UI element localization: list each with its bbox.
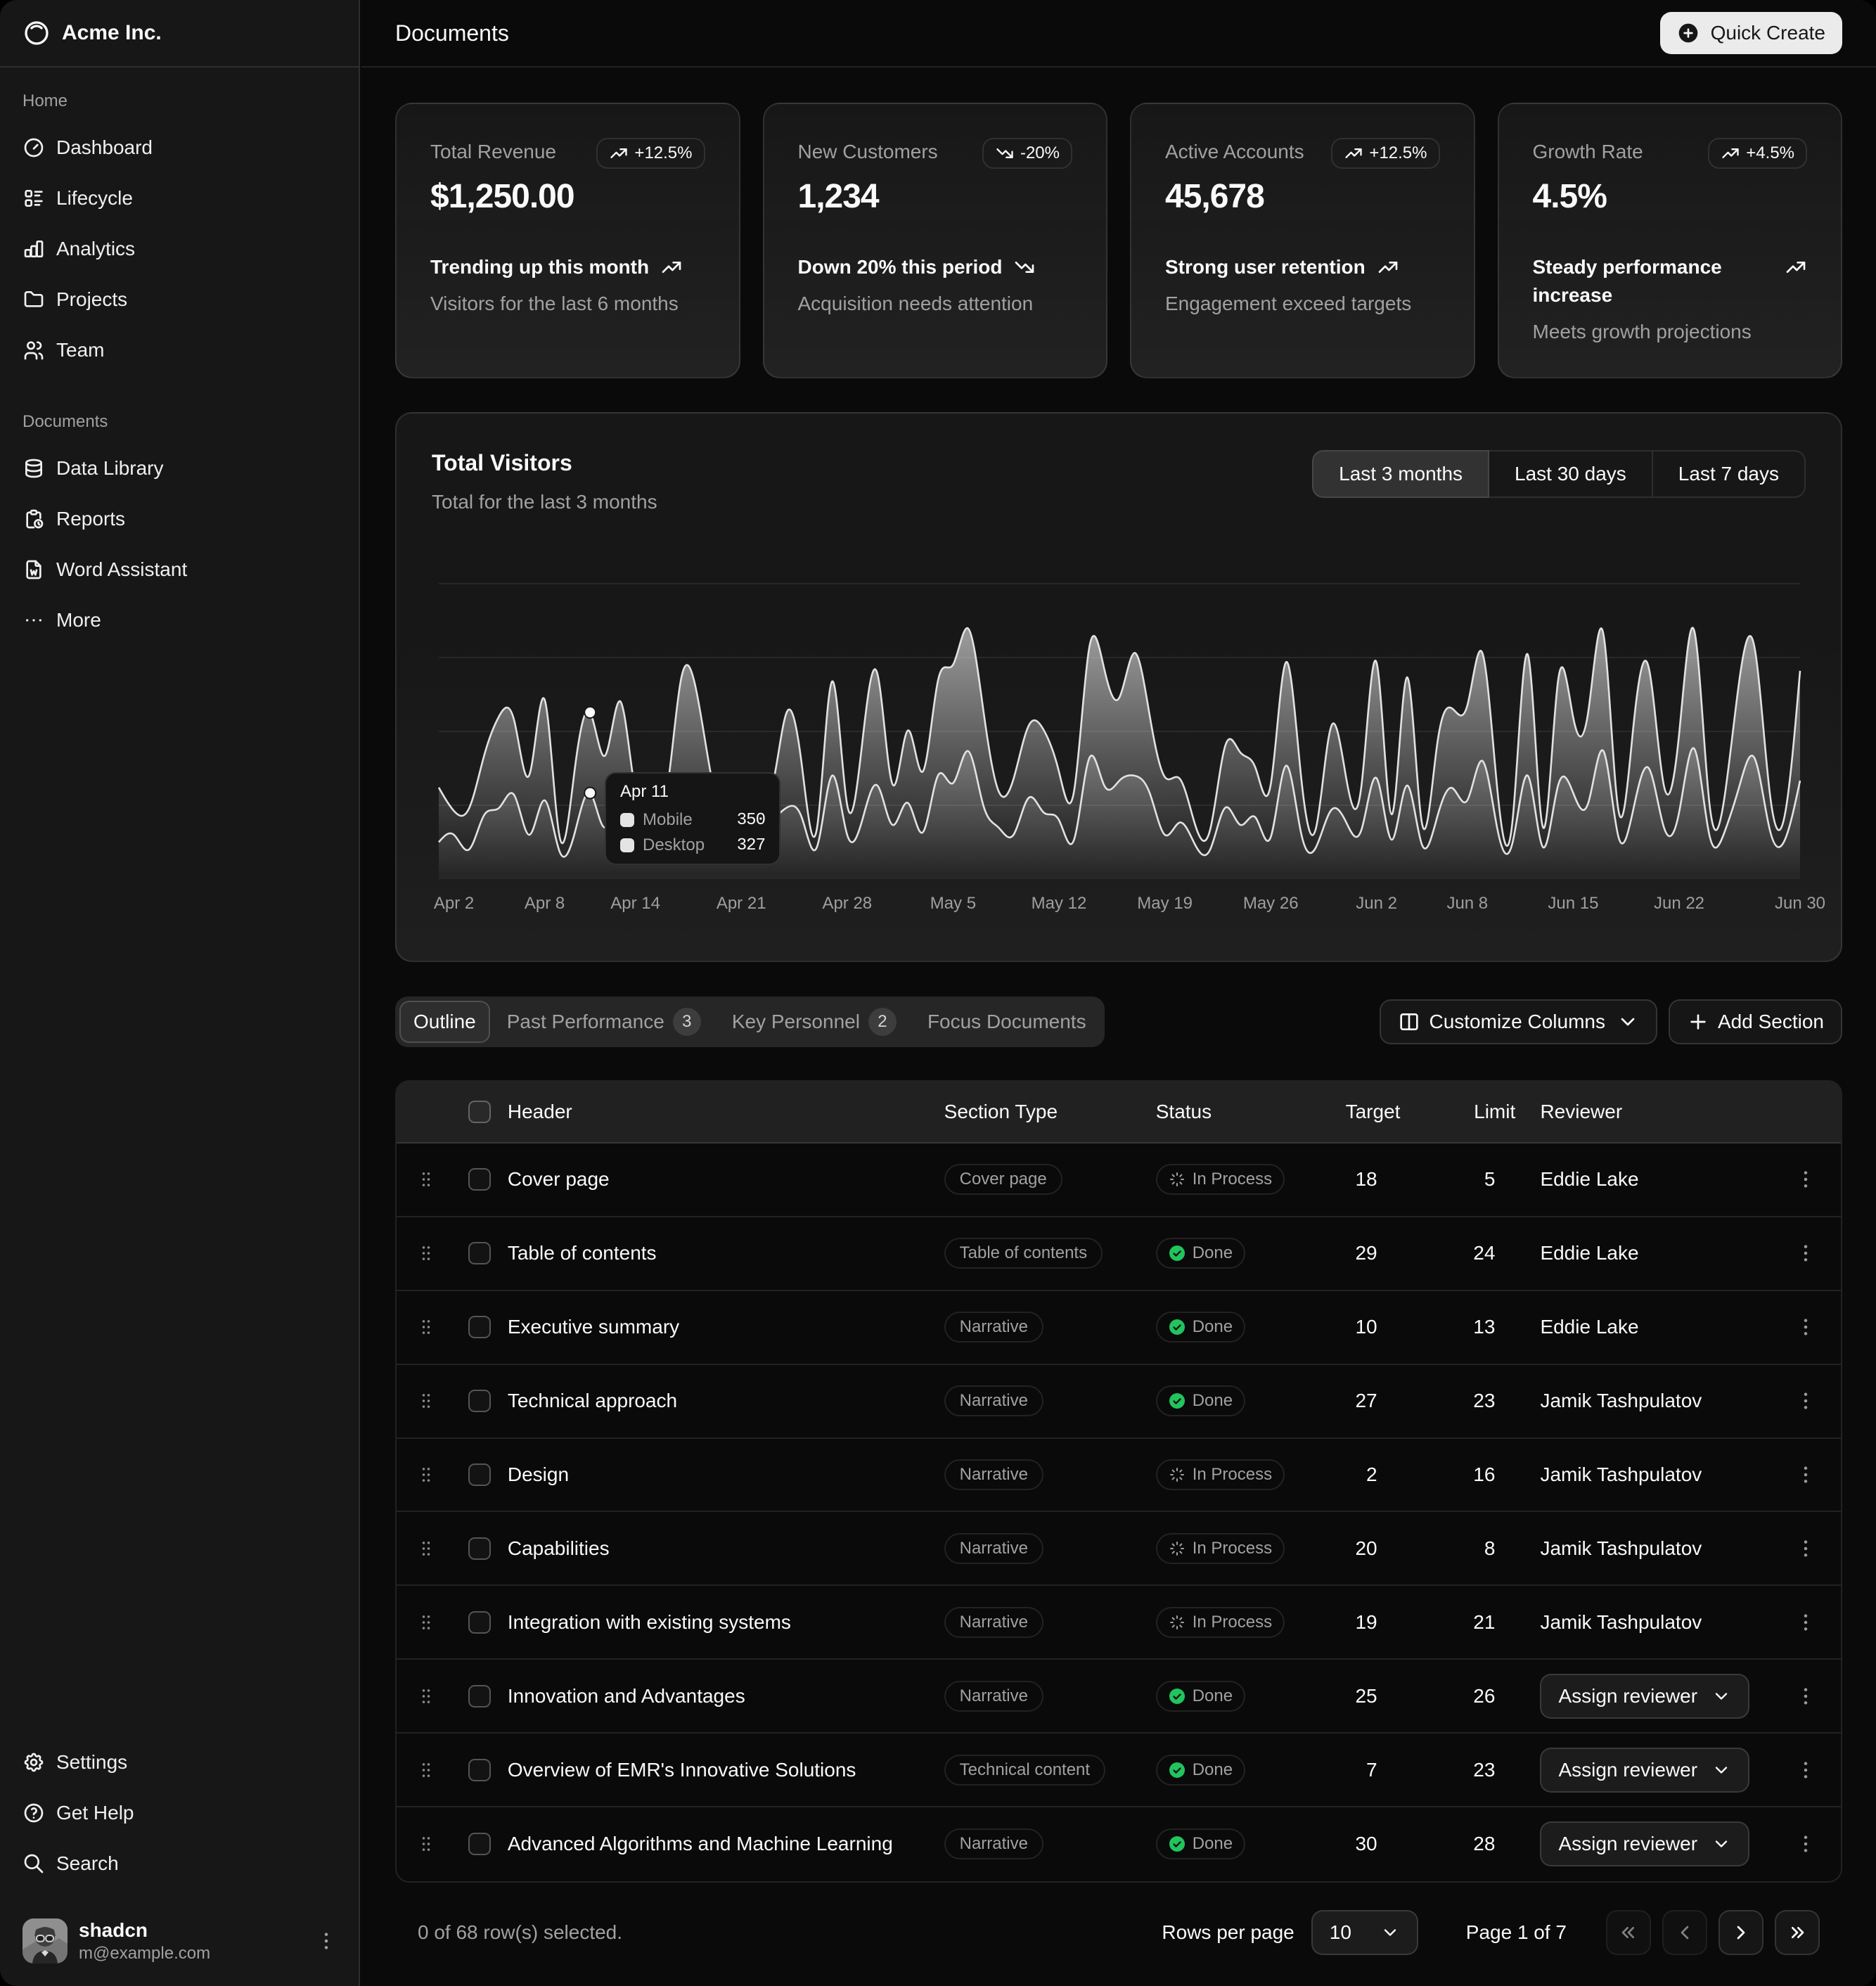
svg-text:May 12: May 12: [1032, 894, 1087, 913]
svg-text:May 5: May 5: [930, 894, 976, 913]
svg-text:Apr 8: Apr 8: [525, 894, 565, 913]
svg-text:Apr 21: Apr 21: [717, 894, 766, 913]
svg-text:Apr 14: Apr 14: [610, 894, 660, 913]
svg-text:May 19: May 19: [1137, 894, 1193, 913]
svg-text:Jun 30: Jun 30: [1775, 894, 1825, 913]
svg-text:Jun 15: Jun 15: [1548, 894, 1598, 913]
svg-text:Jun 2: Jun 2: [1356, 894, 1397, 913]
svg-text:Apr 28: Apr 28: [822, 894, 872, 913]
svg-text:May 26: May 26: [1243, 894, 1299, 913]
svg-text:Apr 2: Apr 2: [434, 894, 474, 913]
svg-text:Jun 8: Jun 8: [1446, 894, 1488, 913]
svg-text:Jun 22: Jun 22: [1654, 894, 1704, 913]
